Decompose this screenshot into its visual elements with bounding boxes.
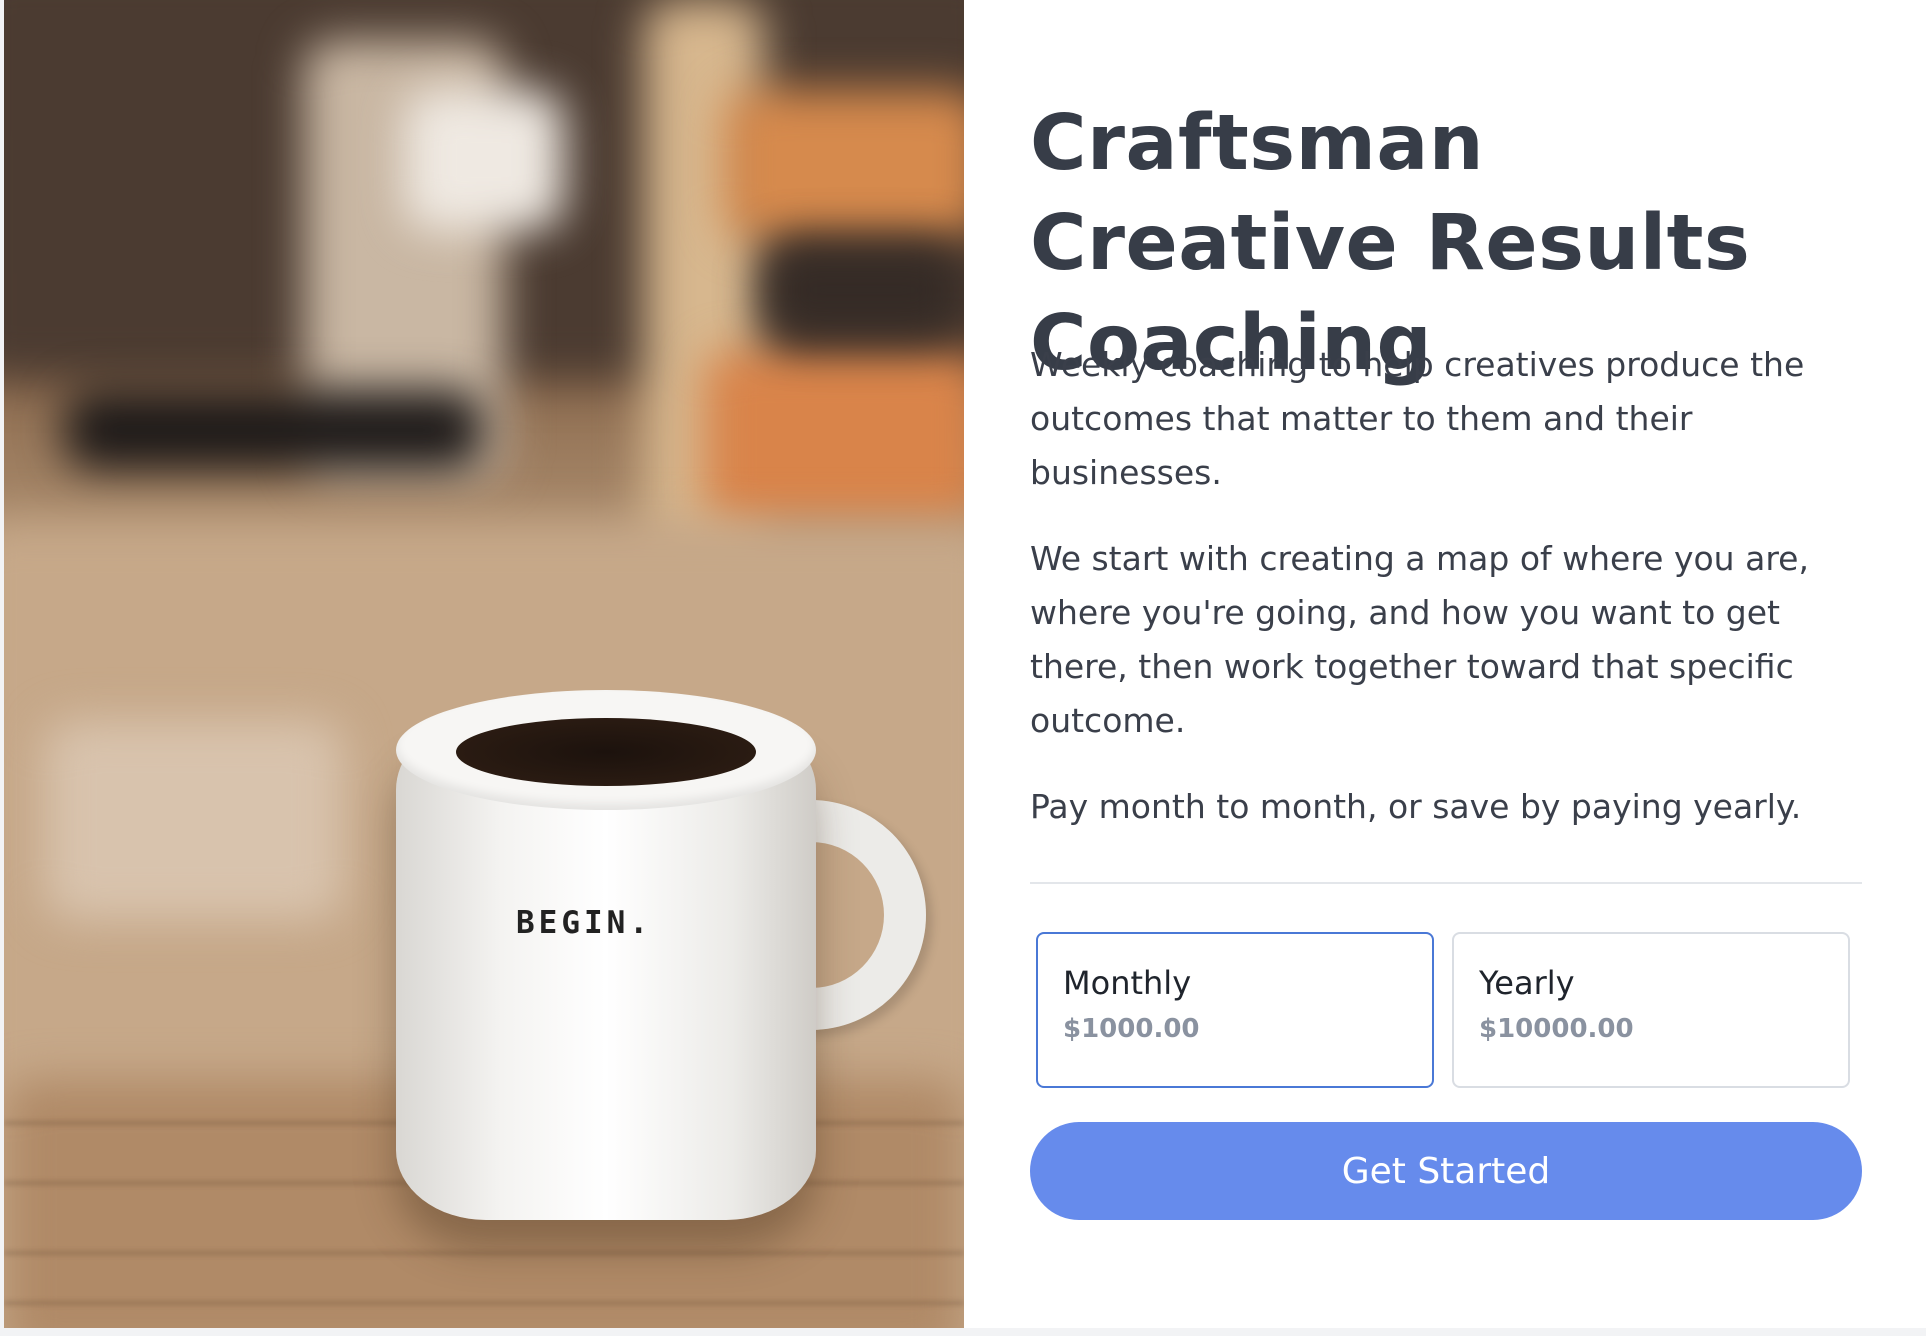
hero-photo: BEGIN.	[4, 0, 964, 1328]
description-paragraph-2: We start with creating a map of where yo…	[1030, 539, 1809, 740]
plan-name: Monthly	[1063, 964, 1192, 1002]
description-paragraph-3: Pay month to month, or save by paying ye…	[1030, 787, 1802, 826]
product-details: Craftsman Creative Results Coaching Week…	[964, 0, 1926, 1328]
coffee-mug: BEGIN.	[396, 690, 926, 1230]
pricing-card: BEGIN. Craftsman Creative Results Coachi…	[4, 0, 1926, 1328]
mug-text: BEGIN.	[516, 905, 652, 941]
get-started-button[interactable]: Get Started	[1030, 1122, 1862, 1220]
mug-coffee	[456, 718, 756, 786]
description-paragraph-1: Weekly coaching to help creatives produc…	[1030, 345, 1805, 492]
plan-price: $10000.00	[1479, 1014, 1634, 1044]
plan-option-yearly[interactable]: Yearly $10000.00	[1452, 932, 1850, 1088]
plan-option-monthly[interactable]: Monthly $1000.00	[1036, 932, 1434, 1088]
divider	[1030, 882, 1862, 884]
plan-name: Yearly	[1479, 964, 1575, 1002]
plan-price: $1000.00	[1063, 1014, 1200, 1044]
